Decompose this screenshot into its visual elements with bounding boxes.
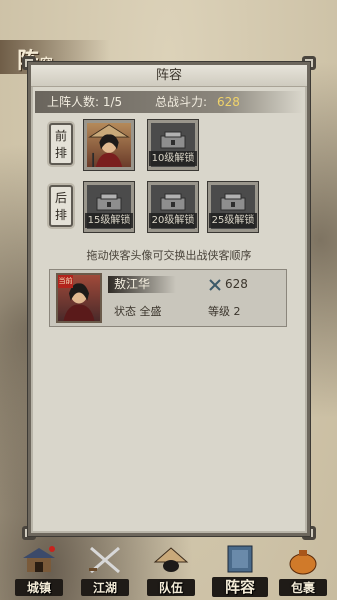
nav-label: 包裹 bbox=[290, 581, 315, 595]
back-row-label: 后排 bbox=[49, 185, 73, 227]
unlock-level-text: 10级解锁 bbox=[149, 151, 197, 166]
formation-icon bbox=[227, 545, 253, 573]
formation-slot-locked[interactable]: 25级解锁 bbox=[207, 181, 259, 233]
formation-slot-locked[interactable]: 10级解锁 bbox=[147, 119, 199, 171]
town-icon bbox=[23, 546, 55, 572]
crossed-swords-icon bbox=[209, 279, 221, 291]
hero-level: 等级 2 bbox=[208, 305, 241, 318]
nav-label: 江湖 bbox=[92, 581, 117, 595]
deployed-count: 上阵人数: 1/5 bbox=[47, 95, 123, 109]
nav-jianghu[interactable]: 江湖 bbox=[75, 540, 135, 600]
total-power-value: 628 bbox=[217, 95, 240, 109]
nav-label: 阵容 bbox=[224, 578, 255, 596]
unlock-level-text: 25级解锁 bbox=[209, 213, 257, 228]
hero-power-value: 628 bbox=[225, 277, 248, 291]
nav-team[interactable]: 队伍 bbox=[141, 540, 201, 600]
front-row-label: 前排 bbox=[49, 123, 73, 165]
bottom-nav: 城镇 江湖 队伍 阵容 包裹 bbox=[0, 540, 337, 600]
total-power-label: 总战斗力: bbox=[155, 95, 208, 109]
lock-icon bbox=[160, 193, 186, 211]
current-tag: 当前 bbox=[58, 275, 73, 288]
crossed-swords-icon bbox=[89, 546, 120, 574]
lock-icon bbox=[96, 193, 122, 211]
hero-card[interactable]: 当前 敖江华 628 状态 全盛 等级 2 bbox=[49, 269, 287, 327]
hero-portrait-icon bbox=[88, 124, 130, 167]
drag-hint-text: 拖动侠客头像可交换出战侠客顺序 bbox=[86, 249, 252, 262]
unlock-level-text: 15级解锁 bbox=[85, 213, 133, 228]
lock-icon bbox=[160, 131, 186, 149]
hero-name: 敖江华 bbox=[108, 276, 177, 293]
unlock-level-text: 20级解锁 bbox=[149, 213, 197, 228]
nav-formation[interactable]: 阵容 bbox=[210, 540, 270, 600]
panel-title: 阵容 bbox=[31, 65, 307, 87]
lock-icon bbox=[220, 193, 246, 211]
stats-bar: 上阵人数: 1/5 总战斗力: 628 bbox=[35, 91, 303, 113]
formation-slot-locked[interactable]: 15级解锁 bbox=[83, 181, 135, 233]
hero-status: 状态 全盛 bbox=[114, 305, 162, 318]
formation-panel: 阵容 上阵人数: 1/5 总战斗力: 628 前排 10级解锁 后排 15级解锁… bbox=[27, 61, 311, 537]
nav-label: 队伍 bbox=[158, 581, 183, 595]
bag-icon bbox=[289, 550, 317, 575]
formation-slot-hero[interactable] bbox=[83, 119, 135, 171]
formation-slot-locked[interactable]: 20级解锁 bbox=[147, 181, 199, 233]
nav-label: 城镇 bbox=[26, 581, 51, 595]
straw-hat-icon bbox=[153, 547, 189, 572]
nav-town[interactable]: 城镇 bbox=[9, 540, 69, 600]
nav-bag[interactable]: 包裹 bbox=[273, 540, 333, 600]
hero-card-portrait: 当前 bbox=[56, 273, 102, 323]
